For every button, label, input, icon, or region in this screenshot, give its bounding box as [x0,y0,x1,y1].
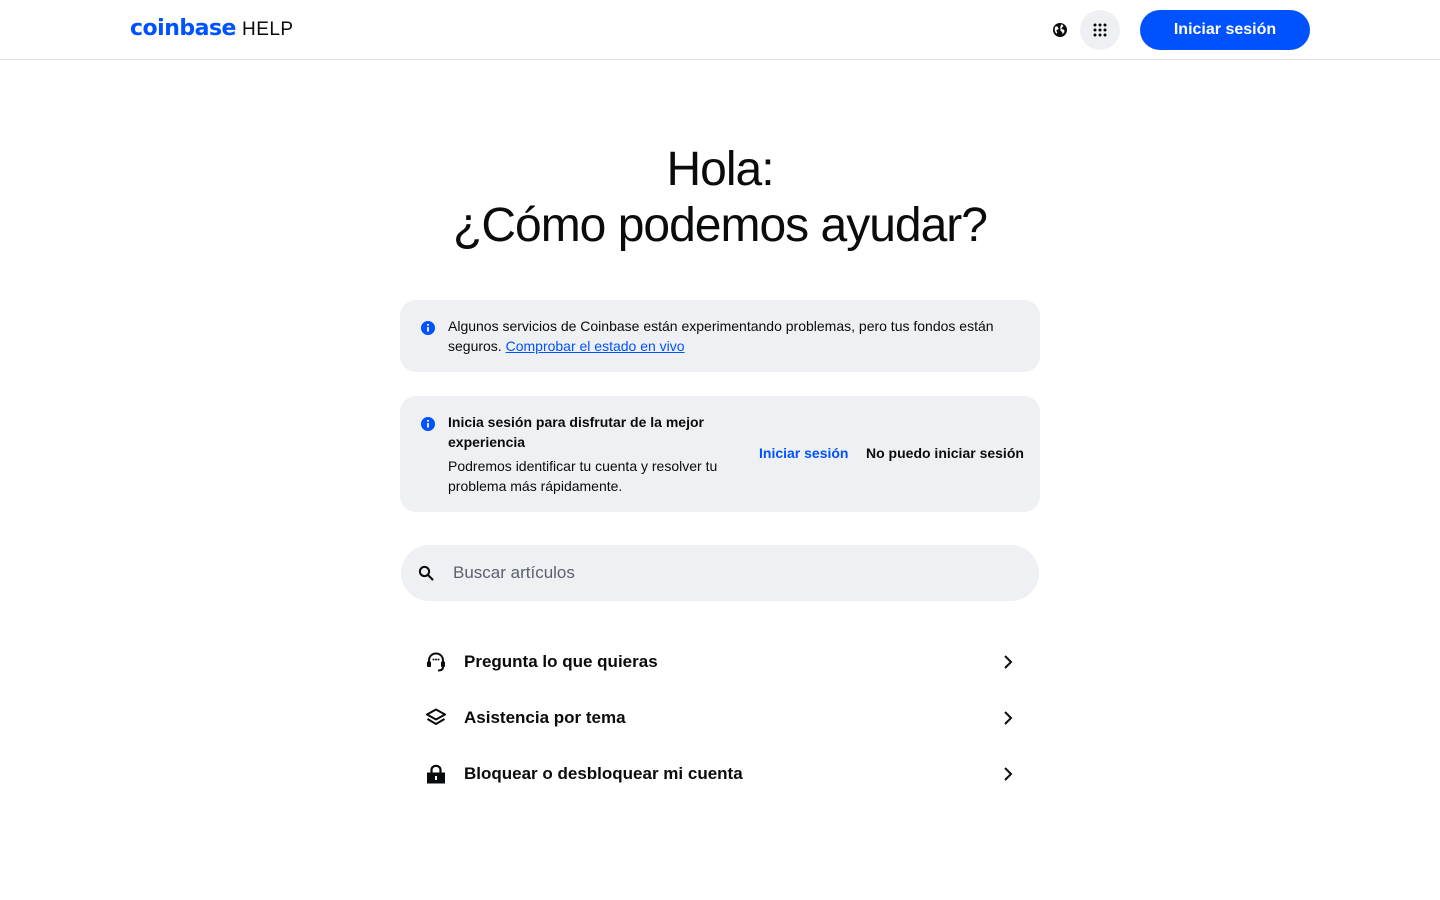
globe-icon [1053,23,1067,37]
list-item-ask-anything[interactable]: Pregunta lo que quieras [400,634,1040,690]
list-item-label: Bloquear o desbloquear mi cuenta [464,764,743,783]
layers-icon [424,706,448,730]
list-item-lock-account[interactable]: Bloquear o desbloquear mi cuenta [400,746,1040,802]
signin-prompt-banner: Inicia sesión para disfrutar de la mejor… [400,396,1040,512]
status-message: Algunos servicios de Coinbase están expe… [448,316,1018,356]
banner-signin-link[interactable]: Iniciar sesión [759,445,848,461]
info-icon [420,320,436,336]
headset-icon [424,650,448,674]
grid-icon [1093,23,1107,37]
help-question-line: ¿Cómo podemos ayudar? [453,199,988,252]
cant-signin-link[interactable]: No puedo iniciar sesión [866,445,1024,461]
chevron-right-icon [1000,652,1016,672]
list-item-support-by-topic[interactable]: Asistencia por tema [400,690,1040,746]
quick-links-list: Pregunta lo que quieras Asistencia por t… [400,634,1040,802]
top-navigation: coinbase HELP Iniciar sesión [0,0,1440,60]
service-status-banner: Algunos servicios de Coinbase están expe… [400,300,1040,372]
logo-brand: coinbase [130,16,236,41]
logo-suffix: HELP [241,19,294,40]
signin-prompt-title: Inicia sesión para disfrutar de la mejor… [448,414,704,450]
search-bar[interactable] [401,545,1039,601]
language-selector-button[interactable] [1050,20,1070,40]
header-signin-button[interactable]: Iniciar sesión [1140,10,1310,50]
chevron-right-icon [1000,708,1016,728]
page-title: Hola: ¿Cómo podemos ayudar? [0,142,1440,254]
hero-heading: Hola: ¿Cómo podemos ayudar? [0,142,1440,254]
list-item-label: Asistencia por tema [464,708,626,727]
live-status-link[interactable]: Comprobar el estado en vivo [506,338,685,354]
apps-menu-button[interactable] [1080,10,1120,50]
lock-icon [424,762,448,786]
signin-prompt-description: Podremos identificar tu cuenta y resolve… [448,458,718,494]
list-item-label: Pregunta lo que quieras [464,652,658,671]
chevron-right-icon [1000,764,1016,784]
search-input[interactable] [453,545,1013,601]
coinbase-help-logo[interactable]: coinbase HELP [130,16,294,41]
search-icon [418,565,434,581]
info-icon [420,416,436,432]
greeting-line: Hola: [666,143,774,196]
